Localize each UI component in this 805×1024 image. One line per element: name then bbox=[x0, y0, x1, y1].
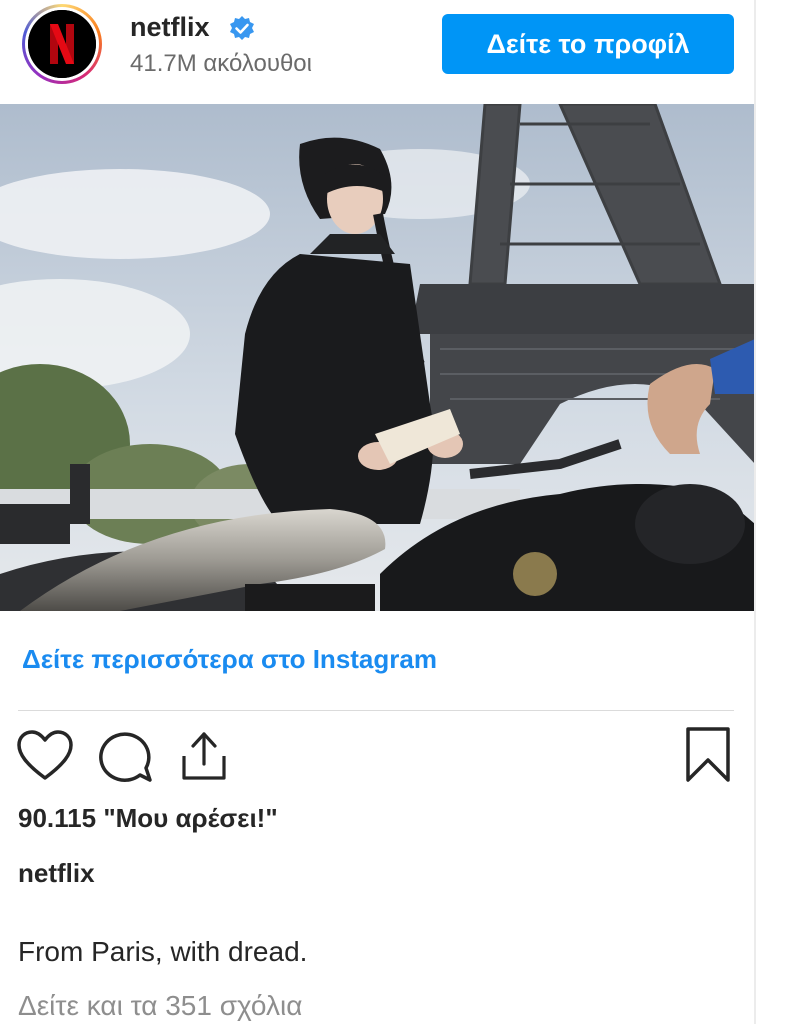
netflix-logo-icon bbox=[28, 10, 96, 78]
see-more-on-instagram-link[interactable]: Δείτε περισσότερα στο Instagram bbox=[22, 644, 437, 675]
share-icon[interactable] bbox=[176, 726, 232, 784]
comment-icon[interactable] bbox=[96, 728, 154, 784]
divider bbox=[18, 710, 734, 711]
caption-username[interactable]: netflix bbox=[18, 858, 95, 889]
like-count[interactable]: 90.115 "Μου αρέσει!" bbox=[18, 803, 278, 834]
post-image[interactable] bbox=[0, 104, 755, 611]
avatar[interactable] bbox=[22, 4, 102, 84]
instagram-embed-card: netflix 41.7M ακόλουθοι Δείτε το προφίλ bbox=[0, 0, 755, 1024]
heart-icon[interactable] bbox=[16, 728, 74, 784]
caption-text: From Paris, with dread. bbox=[18, 936, 308, 967]
username[interactable]: netflix bbox=[130, 12, 210, 43]
view-profile-button[interactable]: Δείτε το προφίλ bbox=[442, 14, 734, 74]
view-all-comments-link[interactable]: Δείτε και τα 351 σχόλια bbox=[18, 990, 302, 1022]
bookmark-icon[interactable] bbox=[684, 726, 732, 784]
card-border bbox=[754, 0, 756, 1024]
verified-badge-icon bbox=[228, 15, 256, 43]
follower-count: 41.7M ακόλουθοι bbox=[130, 50, 312, 77]
post-header: netflix 41.7M ακόλουθοι Δείτε το προφίλ bbox=[0, 0, 755, 104]
